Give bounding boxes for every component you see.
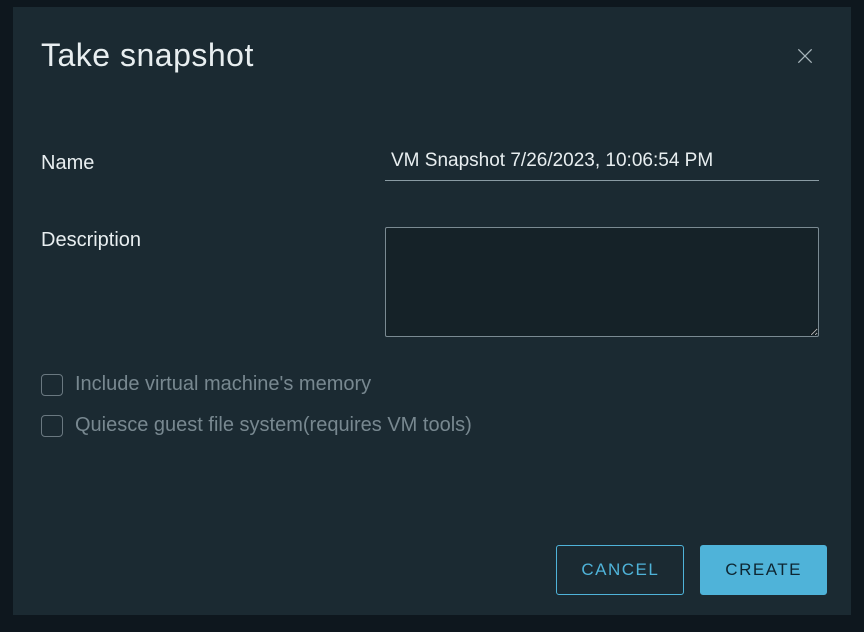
include-memory-row: Include virtual machine's memory [41, 373, 819, 396]
quiesce-checkbox[interactable] [41, 415, 63, 437]
description-row: Description [41, 227, 819, 337]
dialog-header: Take snapshot [13, 7, 851, 74]
quiesce-label: Quiesce guest file system(requires VM to… [75, 414, 472, 437]
include-memory-label: Include virtual machine's memory [75, 373, 371, 396]
description-textarea[interactable] [385, 227, 819, 337]
quiesce-row: Quiesce guest file system(requires VM to… [41, 414, 819, 437]
take-snapshot-dialog: Take snapshot Name Description Include v… [13, 7, 851, 615]
dialog-title: Take snapshot [41, 37, 254, 74]
name-input[interactable] [385, 150, 819, 181]
close-button[interactable] [791, 42, 819, 70]
cancel-button[interactable]: CANCEL [556, 545, 684, 595]
include-memory-checkbox[interactable] [41, 374, 63, 396]
name-row: Name [41, 150, 819, 181]
close-icon [795, 46, 815, 66]
create-button[interactable]: CREATE [700, 545, 827, 595]
name-label: Name [41, 150, 385, 175]
form-section: Name Description Include virtual machine… [13, 74, 851, 437]
description-label: Description [41, 227, 385, 252]
dialog-footer: CANCEL CREATE [556, 545, 827, 595]
